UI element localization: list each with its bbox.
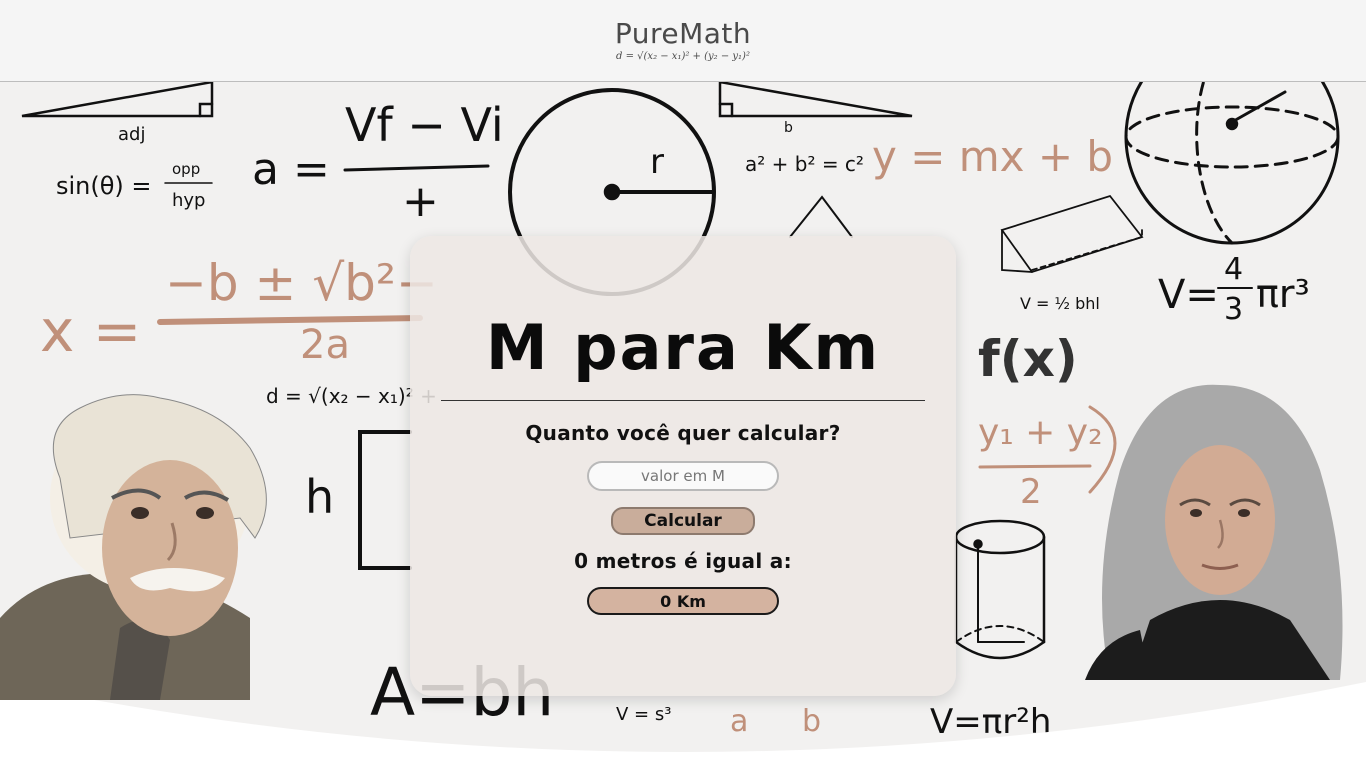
site-header: PureMath d = √(x₂ − x₁)² + (y₂ − y₁)² [0,0,1366,82]
title-divider [441,400,925,401]
question-label: Quanto você quer calcular? [525,421,841,445]
logo-formula: d = √(x₂ − x₁)² + (y₂ − y₁)² [616,51,750,62]
einstein-illustration [0,394,267,700]
logo[interactable]: PureMath [615,19,751,49]
meters-input[interactable] [587,461,779,491]
result-label: 0 metros é igual a: [574,549,792,573]
result-value: 0 Km [587,587,779,615]
calculate-button[interactable]: Calcular [611,507,755,535]
converter-card: M para Km Quanto você quer calcular? Cal… [410,236,956,696]
newton-illustration [1085,384,1343,680]
page-title: M para Km [485,311,881,384]
